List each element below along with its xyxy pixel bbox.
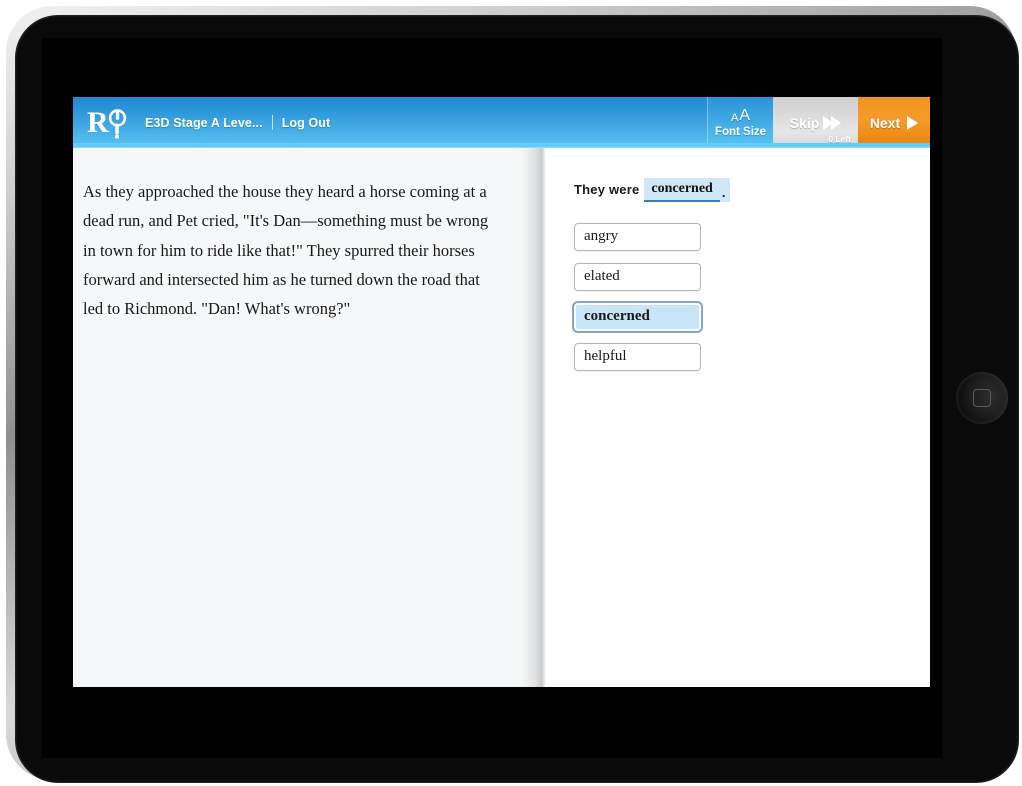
app-content: R E3D Stage A Leve... Log Out AA Font Si… bbox=[73, 97, 930, 687]
next-row: Next bbox=[869, 114, 919, 131]
app-header: R E3D Stage A Leve... Log Out AA Font Si… bbox=[73, 97, 930, 148]
next-label: Next bbox=[869, 114, 901, 131]
triangle-right-icon bbox=[907, 115, 919, 130]
font-size-large-a: A bbox=[739, 106, 750, 124]
filled-blank-value: concerned bbox=[644, 178, 720, 202]
font-size-label: Font Size bbox=[714, 125, 767, 138]
reading-plus-logo[interactable]: R bbox=[73, 97, 145, 148]
choice-wrap-selected: concerned bbox=[571, 300, 930, 334]
question-sentence-suffix: . bbox=[719, 182, 731, 202]
book-spine-divider bbox=[520, 148, 546, 687]
app-body: As they approached the house they heard … bbox=[73, 148, 930, 687]
question-sentence-prefix: They were bbox=[574, 182, 640, 198]
svg-text:R: R bbox=[87, 106, 109, 139]
home-button-square-icon bbox=[973, 389, 991, 407]
header-divider bbox=[271, 115, 273, 130]
choice-option-angry[interactable]: angry bbox=[574, 222, 701, 251]
logout-link[interactable]: Log Out bbox=[282, 116, 331, 130]
home-button[interactable] bbox=[956, 372, 1008, 424]
question-sentence: They were concerned . bbox=[574, 178, 930, 202]
lesson-title: E3D Stage A Leve... bbox=[145, 115, 263, 130]
font-size-button[interactable]: AA Font Size bbox=[707, 97, 773, 148]
choice-wrap: angry bbox=[574, 222, 930, 251]
logo-r-magnifier-icon: R bbox=[87, 106, 127, 139]
choice-option-elated[interactable]: elated bbox=[574, 262, 701, 291]
choice-wrap: helpful bbox=[574, 342, 930, 371]
choice-wrap: elated bbox=[574, 262, 930, 291]
next-button[interactable]: Next bbox=[858, 97, 930, 148]
choice-option-helpful[interactable]: helpful bbox=[574, 342, 701, 371]
passage-pane: As they approached the house they heard … bbox=[73, 148, 520, 687]
filled-blank[interactable]: concerned . bbox=[644, 178, 731, 202]
skip-label: Skip bbox=[789, 114, 820, 131]
double-chevron-right-icon bbox=[823, 115, 842, 130]
skip-row: Skip bbox=[790, 115, 842, 131]
font-size-small-a: A bbox=[730, 111, 739, 124]
passage-text: As they approached the house they heard … bbox=[83, 182, 489, 319]
font-size-icon: AA bbox=[730, 106, 750, 124]
skip-button[interactable]: Skip 0 Left bbox=[773, 97, 858, 148]
choice-option-concerned[interactable]: concerned bbox=[572, 300, 703, 333]
header-titles: E3D Stage A Leve... Log Out bbox=[145, 97, 707, 148]
choice-list: angry elated concerned helpful bbox=[571, 222, 930, 371]
question-pane: They were concerned . angry elated conce… bbox=[546, 148, 930, 687]
